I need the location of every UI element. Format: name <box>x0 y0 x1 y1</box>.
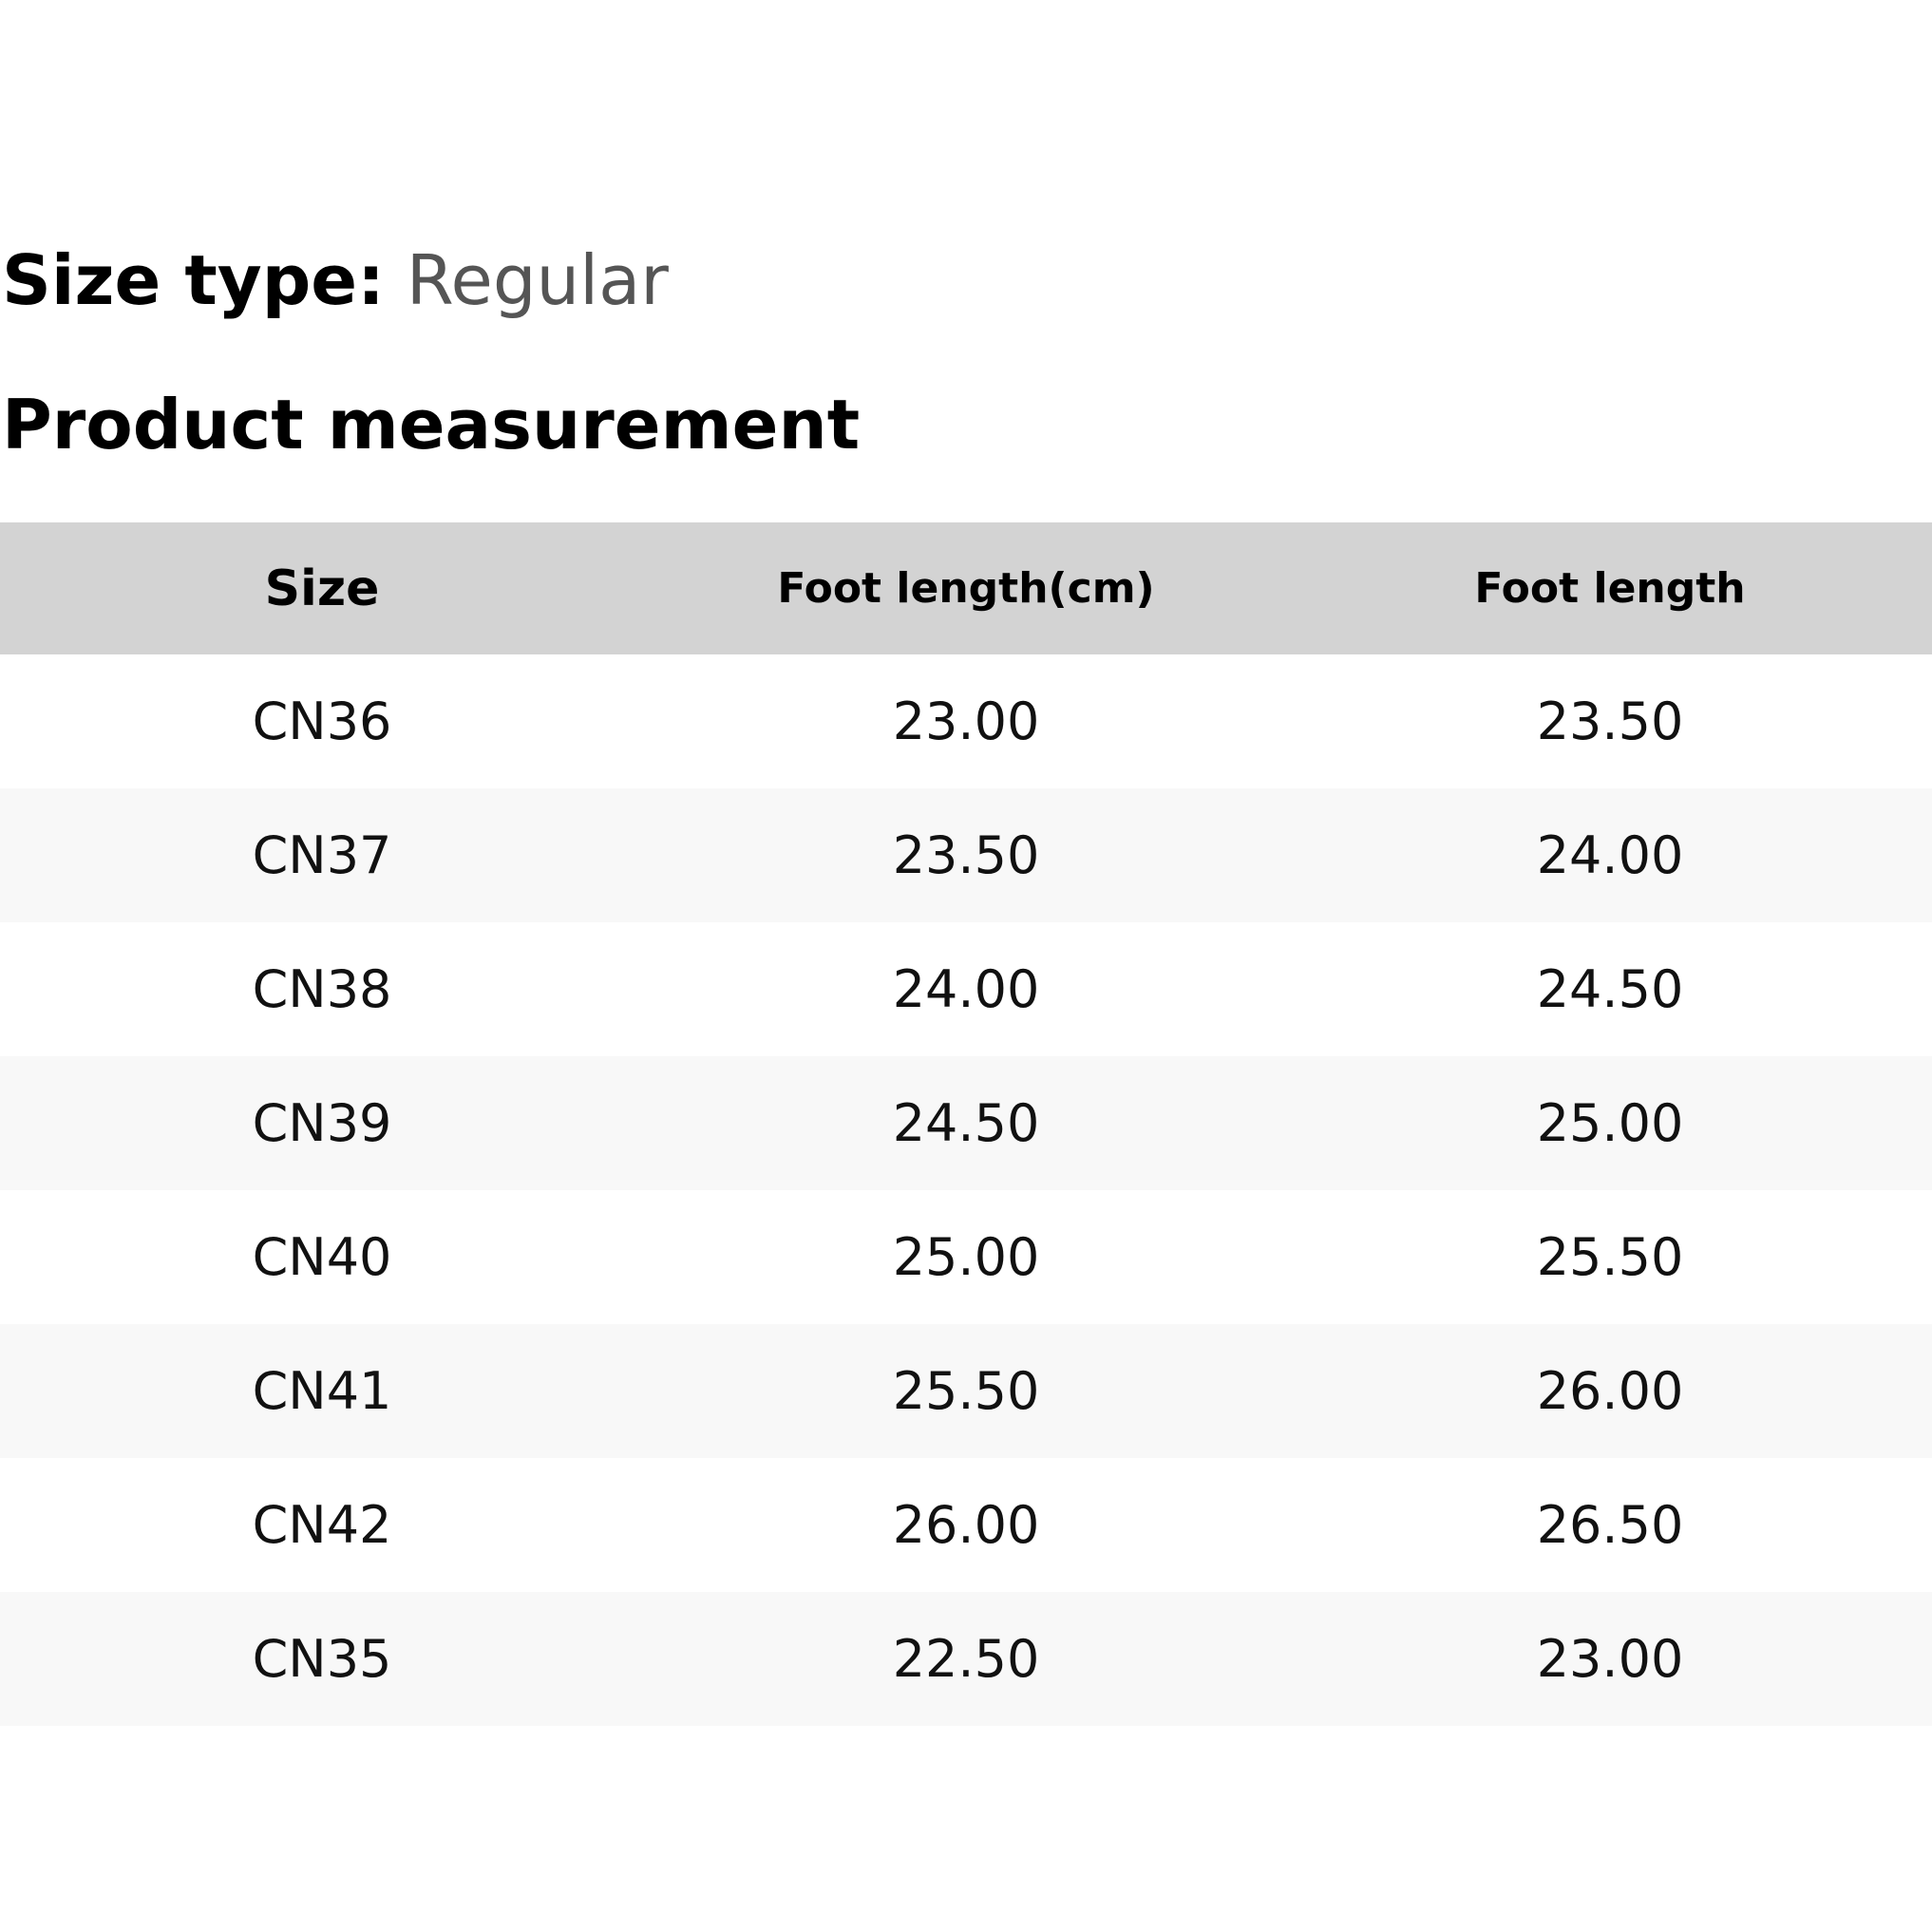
cell-foot-length: 23.00 <box>1536 1629 1684 1689</box>
table-row: CN42 26.00 26.50 <box>0 1458 1932 1592</box>
table-row: CN39 24.50 25.00 <box>0 1056 1932 1190</box>
table-row: CN37 23.50 24.00 <box>0 788 1932 922</box>
table-row: CN35 22.50 23.00 <box>0 1592 1932 1726</box>
table-header-row: Size Foot length(cm) Foot length <box>0 522 1932 654</box>
cell-size: CN36 <box>252 691 392 751</box>
cell-size: CN38 <box>252 959 392 1019</box>
cell-foot-length-cm: 24.00 <box>892 959 1040 1019</box>
cell-foot-length-cm: 22.50 <box>892 1629 1040 1689</box>
size-type-line: Size type: Regular <box>2 237 669 323</box>
size-type-label: Size type: <box>2 240 385 320</box>
cell-foot-length: 26.50 <box>1536 1495 1684 1555</box>
cell-foot-length-cm: 26.00 <box>892 1495 1040 1555</box>
header-size: Size <box>264 559 380 617</box>
cell-size: CN39 <box>252 1093 392 1153</box>
size-table: Size Foot length(cm) Foot length CN36 23… <box>0 522 1932 1726</box>
table-row: CN36 23.00 23.50 <box>0 654 1932 788</box>
cell-size: CN37 <box>252 825 392 885</box>
cell-foot-length-cm: 23.50 <box>892 825 1040 885</box>
header-foot-length: Foot length <box>1474 564 1746 613</box>
header-foot-length-cm: Foot length(cm) <box>777 564 1155 613</box>
cell-size: CN40 <box>252 1227 392 1287</box>
cell-foot-length: 26.00 <box>1536 1361 1684 1421</box>
size-type-value: Regular <box>406 240 669 320</box>
table-row: CN41 25.50 26.00 <box>0 1324 1932 1458</box>
cell-foot-length: 25.00 <box>1536 1093 1684 1153</box>
cell-foot-length: 23.50 <box>1536 691 1684 751</box>
cell-foot-length-cm: 23.00 <box>892 691 1040 751</box>
cell-foot-length-cm: 24.50 <box>892 1093 1040 1153</box>
cell-foot-length-cm: 25.00 <box>892 1227 1040 1287</box>
section-title: Product measurement <box>2 385 861 464</box>
cell-foot-length-cm: 25.50 <box>892 1361 1040 1421</box>
cell-size: CN42 <box>252 1495 392 1555</box>
cell-size: CN35 <box>252 1629 392 1689</box>
cell-foot-length: 24.00 <box>1536 825 1684 885</box>
cell-foot-length: 24.50 <box>1536 959 1684 1019</box>
table-row: CN40 25.00 25.50 <box>0 1190 1932 1324</box>
cell-size: CN41 <box>252 1361 392 1421</box>
table-row: CN38 24.00 24.50 <box>0 922 1932 1056</box>
cell-foot-length: 25.50 <box>1536 1227 1684 1287</box>
